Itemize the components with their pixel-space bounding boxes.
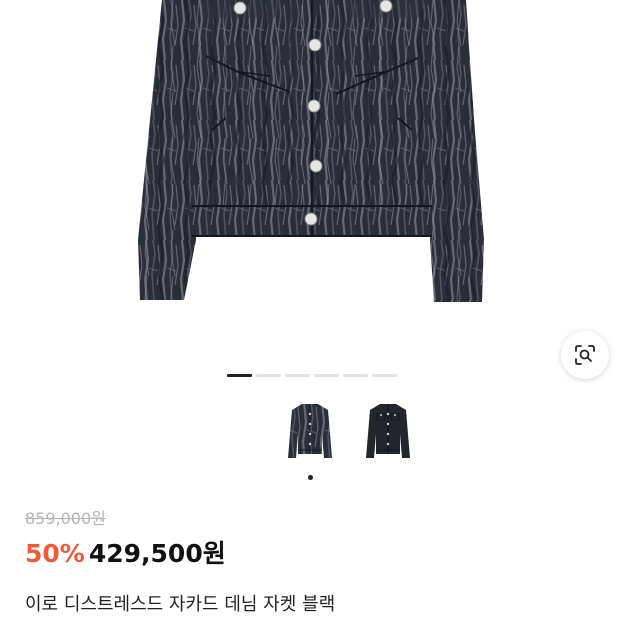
variant-thumbnails [0, 400, 620, 480]
image-pager [227, 374, 397, 377]
selected-thumbnail-indicator [308, 475, 313, 480]
original-price: 859,000원 [25, 509, 106, 528]
jacket-thumbnail-image [288, 404, 332, 458]
sale-price: 429,500원 [88, 539, 226, 568]
price-row: 50% 429,500원 [25, 534, 226, 570]
pager-segment[interactable] [343, 374, 368, 377]
visual-search-button[interactable] [561, 331, 609, 379]
visual-search-icon [575, 345, 595, 365]
pager-segment[interactable] [314, 374, 339, 377]
pager-segment[interactable] [372, 374, 397, 377]
jacket-illustration [138, 0, 484, 302]
pager-segment[interactable] [256, 374, 281, 377]
pager-segment[interactable] [285, 374, 310, 377]
jacket-thumbnail-image [366, 404, 410, 458]
thumbnail-plain-black-jacket[interactable] [362, 402, 414, 466]
product-image[interactable] [0, 0, 620, 390]
discount-rate: 50% [25, 539, 85, 568]
pager-segment[interactable] [227, 374, 252, 377]
thumbnail-distressed-jacket[interactable] [284, 402, 336, 466]
product-name: 이로 디스트레스드 자카드 데님 자켓 블랙 [25, 594, 336, 615]
